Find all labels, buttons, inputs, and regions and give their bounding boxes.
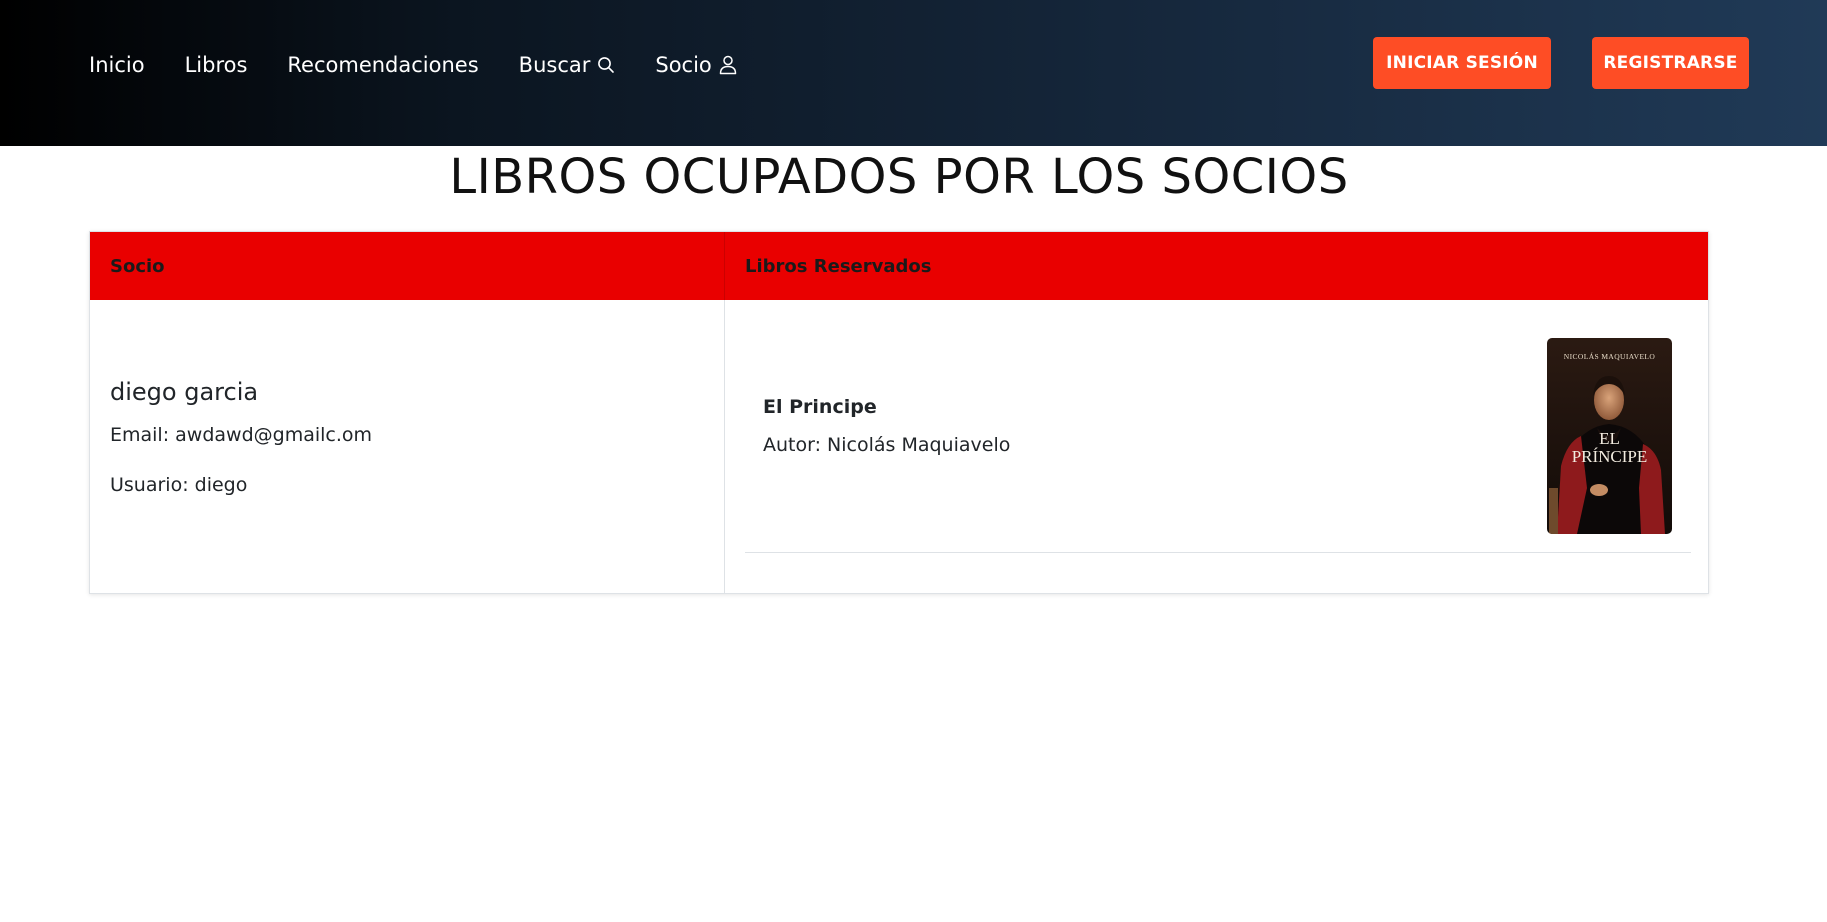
reservations-table: Socio Libros Reservados diego garcia Ema… [89,231,1709,594]
socio-name: diego garcia [110,378,259,406]
cover-title-line1: EL [1599,429,1620,448]
register-button[interactable]: REGISTRARSE [1592,37,1749,89]
header-socio: Socio [90,232,725,300]
table-row: diego garcia Email: awdawd@gmailc.om Usu… [90,300,1708,593]
nav-links: Inicio Libros Recomendaciones Buscar Soc… [89,50,777,80]
table-header: Socio Libros Reservados [90,232,1708,300]
nav-link-buscar[interactable]: Buscar [519,53,616,77]
cover-author-text: NICOLÁS MAQUIAVELO [1564,351,1656,361]
nav-link-socio[interactable]: Socio [655,53,737,77]
libros-cell: El Principe Autor: Nicolás Maquiavelo NI… [725,300,1708,593]
book-author: Autor: Nicolás Maquiavelo [763,434,1011,456]
nav-link-socio-label: Socio [655,53,712,77]
login-button[interactable]: INICIAR SESIÓN [1373,37,1551,89]
nav-link-inicio[interactable]: Inicio [89,53,145,77]
nav-link-buscar-label: Buscar [518,53,591,77]
page-title: LIBROS OCUPADOS POR LOS SOCIOS [449,149,1349,205]
nav-link-libros[interactable]: Libros [185,53,248,77]
socio-cell: diego garcia Email: awdawd@gmailc.om Usu… [90,300,725,593]
cover-title-line2: PRÍNCIPE [1572,447,1648,466]
socio-usuario: Usuario: diego [110,474,248,496]
book-item: El Principe Autor: Nicolás Maquiavelo NI… [745,300,1691,553]
book-title: El Principe [763,396,877,418]
user-icon [719,55,737,75]
navbar: Inicio Libros Recomendaciones Buscar Soc… [0,0,1827,146]
socio-email: Email: awdawd@gmailc.om [110,424,373,446]
nav-link-recomendaciones[interactable]: Recomendaciones [287,53,478,77]
header-libros-reservados: Libros Reservados [745,255,932,277]
book-cover-image: NICOLÁS MAQUIAVELO EL PRÍNCIPE [1547,338,1672,534]
search-icon [597,56,615,74]
